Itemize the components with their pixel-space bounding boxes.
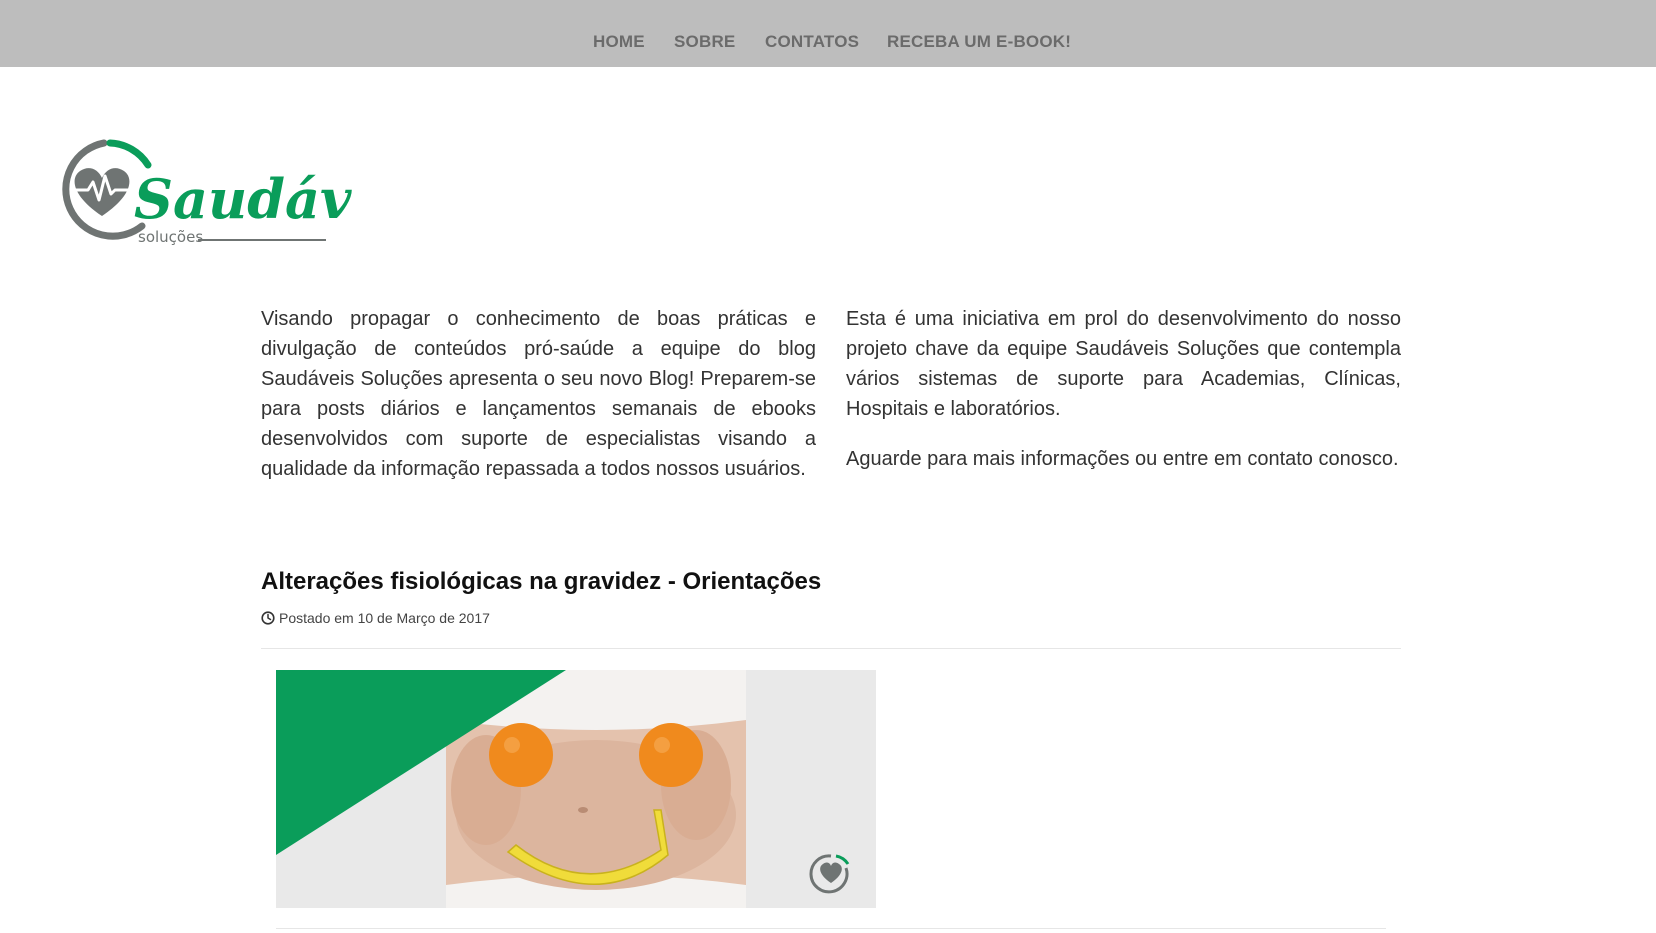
top-navigation: HOME SOBRE CONTATOS RECEBA UM E-BOOK! [0,0,1656,67]
post-meta: Postado em 10 de Março de 2017 [261,610,490,626]
nav-contatos-link[interactable]: CONTATOS [765,32,859,52]
logo-tagline: soluções [138,228,203,246]
nav-home-link[interactable]: HOME [593,32,645,52]
intro-right-column: Esta é uma iniciativa em prol do desenvo… [846,304,1401,494]
logo-wordmark: Saudáveis [134,167,352,231]
post-title-link[interactable]: Alterações fisiológicas na gravidez - Or… [261,568,821,596]
bottom-divider [276,928,1386,929]
intro-paragraph: Esta é uma iniciativa em prol do desenvo… [846,308,1401,420]
intro-left-column: Visando propagar o conhecimento de boas … [261,304,816,504]
post-divider [261,648,1401,649]
clock-icon [261,611,275,625]
post-date: Postado em 10 de Março de 2017 [279,610,490,626]
nav-sobre-link[interactable]: SOBRE [674,32,735,52]
intro-paragraph: Aguarde para mais informações ou entre e… [846,448,1399,470]
site-logo[interactable]: Saudáveis soluções [52,138,437,250]
nav-ebook-link[interactable]: RECEBA UM E-BOOK! [887,32,1071,52]
intro-paragraph: Visando propagar o conhecimento de boas … [261,308,816,480]
post-featured-image[interactable] [276,670,876,908]
